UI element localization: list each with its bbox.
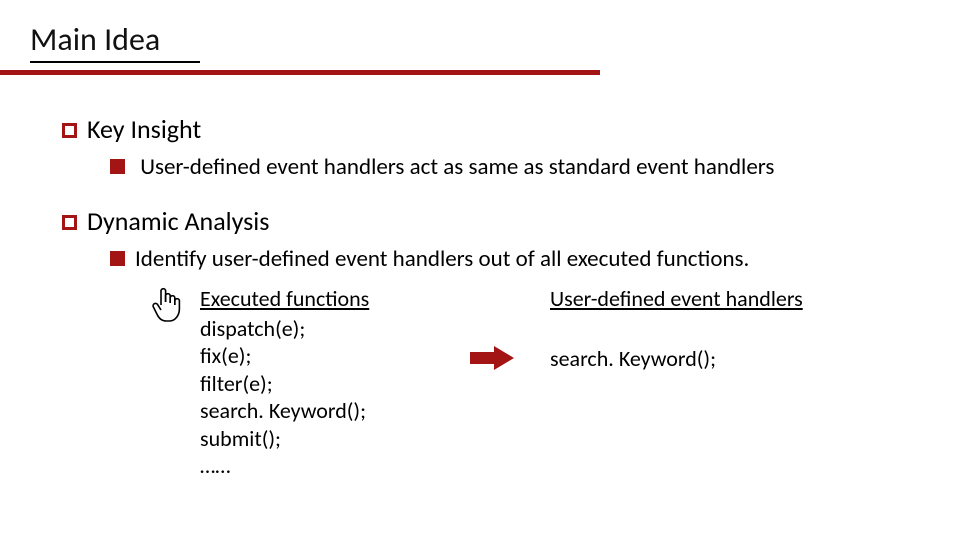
solid-square-bullet-icon (110, 251, 125, 266)
userdef-line: search. Keyword(); (550, 345, 803, 373)
executed-line: filter(e); (200, 370, 369, 398)
executed-line: dispatch(e); (200, 315, 369, 343)
bullet-dynamic-1: Identify user-defined event handlers out… (110, 245, 920, 273)
executed-line: fix(e); (200, 342, 369, 370)
title-rule (0, 70, 600, 75)
bullet-text: User-defined event handlers act as same … (135, 153, 774, 181)
section-dynamic-analysis: Dynamic Analysis (62, 205, 920, 237)
section-heading: Key Insight (87, 113, 201, 145)
userdef-heading: User-defined event handlers (550, 285, 803, 313)
open-square-bullet-icon (62, 215, 77, 230)
section-key-insight: Key Insight (62, 113, 920, 145)
executed-functions-column: Executed functions dispatch(e); fix(e); … (200, 285, 369, 480)
bullet-text: Identify user-defined event handlers out… (135, 245, 749, 273)
executed-line: search. Keyword(); (200, 397, 369, 425)
executed-line: submit(); (200, 425, 369, 453)
arrow-right-icon (470, 345, 516, 376)
open-square-bullet-icon (62, 123, 77, 138)
example-row: Executed functions dispatch(e); fix(e); … (150, 285, 920, 485)
solid-square-bullet-icon (110, 159, 125, 174)
user-defined-column: User-defined event handlers search. Keyw… (550, 285, 803, 372)
slide-title: Main Idea (30, 20, 200, 63)
section-heading: Dynamic Analysis (87, 205, 269, 237)
executed-line: …… (200, 452, 369, 480)
click-hand-icon (150, 285, 184, 330)
slide-content: Key Insight User-defined event handlers … (62, 105, 920, 485)
spacer (550, 315, 803, 345)
bullet-key-insight-1: User-defined event handlers act as same … (110, 153, 920, 181)
executed-heading: Executed functions (200, 285, 369, 313)
